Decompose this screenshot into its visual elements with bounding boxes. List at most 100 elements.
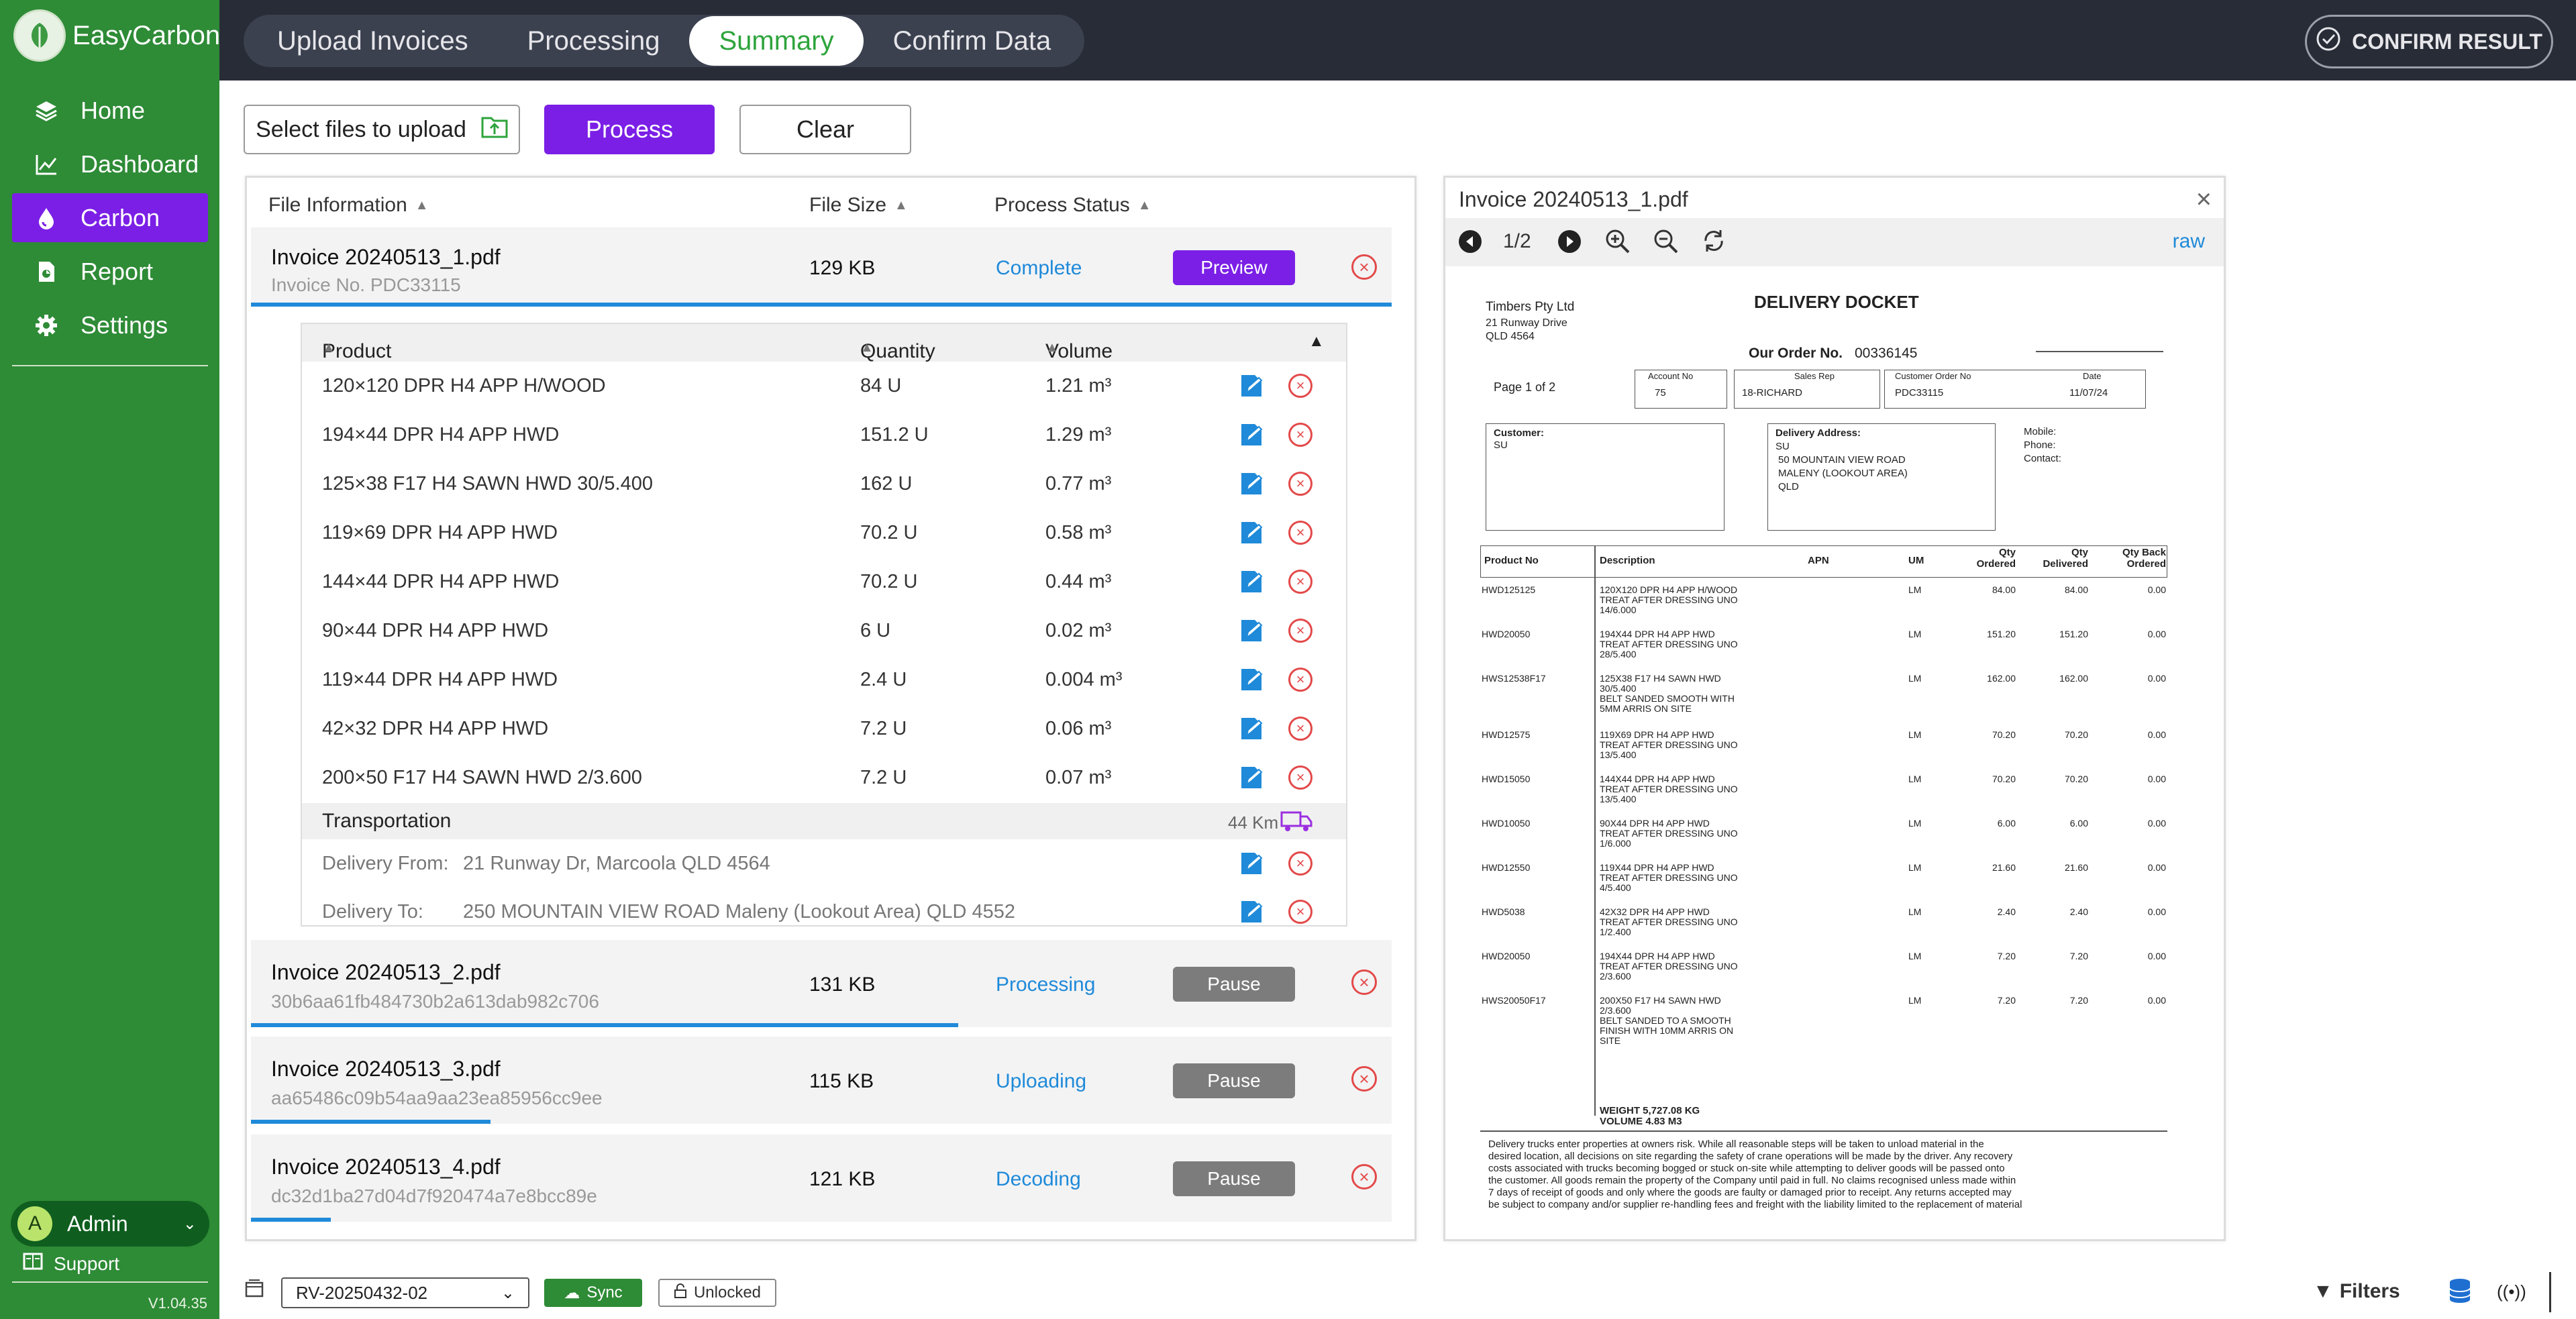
sidebar-item-dashboard[interactable]: Dashboard (12, 140, 208, 189)
sort-icon: ▲︎ (415, 197, 429, 213)
product-row[interactable]: 200×50 F17 H4 SAWN HWD 2/3.600 7.2 U 0.0… (302, 753, 1346, 802)
file-row[interactable]: Invoice 20240513_3.pdf aa65486c09b54aa9a… (251, 1037, 1392, 1124)
database-icon[interactable] (2449, 1277, 2471, 1304)
header-process-status[interactable]: Process Status ▲ (994, 194, 1151, 217)
doc-qty-back: 0.00 (2147, 995, 2166, 1006)
edit-icon[interactable] (1239, 715, 1266, 742)
collapse-icon[interactable]: ▲ (1308, 332, 1325, 351)
product-row[interactable]: 120×120 DPR H4 APP H/WOOD 84 U 1.21 m³ × (302, 362, 1346, 411)
sidebar-item-report[interactable]: Report (12, 247, 208, 296)
lock-toggle[interactable]: Unlocked (658, 1279, 776, 1307)
product-quantity: 7.2 U (860, 767, 907, 788)
remove-file-icon[interactable]: × (1351, 254, 1377, 280)
sidebar-item-home[interactable]: Home (12, 86, 208, 135)
doc-qty-ordered: 7.20 (1997, 951, 2016, 961)
header-file-size[interactable]: File Size ▲ (809, 194, 908, 217)
product-row[interactable]: 194×44 DPR H4 APP HWD 151.2 U 1.29 m³ × (302, 411, 1346, 460)
file-row[interactable]: Invoice 20240513_1.pdf Invoice No. PDC33… (251, 227, 1392, 307)
remove-icon[interactable]: × (1288, 570, 1312, 594)
record-select-value: RV-20250432-02 (296, 1282, 428, 1303)
sidebar-item-carbon[interactable]: Carbon (12, 193, 208, 242)
rotate-icon[interactable] (1700, 227, 1727, 260)
prev-page-icon[interactable] (1457, 229, 1483, 260)
doc-qty-delivered: 2.40 (2069, 906, 2088, 917)
record-icon (245, 1279, 264, 1298)
product-row[interactable]: 119×44 DPR H4 APP HWD 2.4 U 0.004 m³ × (302, 655, 1346, 704)
remove-file-icon[interactable]: × (1351, 1066, 1377, 1092)
tab-confirm-data[interactable]: Confirm Data (864, 16, 1081, 66)
edit-icon[interactable] (1239, 470, 1266, 497)
next-page-icon[interactable] (1557, 229, 1582, 260)
remove-icon[interactable]: × (1288, 423, 1312, 447)
remove-file-icon[interactable]: × (1351, 969, 1377, 995)
tab-upload-invoices[interactable]: Upload Invoices (248, 16, 498, 66)
edit-icon[interactable] (1239, 421, 1266, 448)
transportation-label: Transportation (322, 810, 452, 832)
edit-icon[interactable] (1239, 850, 1266, 877)
confirm-result-button[interactable]: CONFIRM RESULT (2305, 15, 2553, 68)
user-menu[interactable]: A Admin ⌄ (11, 1201, 209, 1247)
broadcast-icon[interactable]: ((•)) (2497, 1281, 2526, 1302)
edit-icon[interactable] (1239, 519, 1266, 546)
step-tabs: Upload Invoices Processing Summary Confi… (244, 15, 1085, 67)
sidebar-item-label: Home (81, 96, 146, 124)
pause-button[interactable]: Pause (1173, 1063, 1295, 1098)
record-select[interactable]: RV-20250432-02 ⌄ (281, 1277, 529, 1308)
product-row[interactable]: 119×69 DPR H4 APP HWD 70.2 U 0.58 m³ × (302, 509, 1346, 558)
product-quantity: 6 U (860, 620, 891, 641)
preview-button[interactable]: Preview (1173, 250, 1295, 285)
tab-summary[interactable]: Summary (689, 16, 864, 66)
pdf-preview-panel: Invoice 20240513_1.pdf × 1/2 raw Timbers… (1443, 176, 2226, 1241)
file-row[interactable]: Invoice 20240513_4.pdf dc32d1ba27d04d7f9… (251, 1135, 1392, 1222)
remove-icon[interactable]: × (1288, 521, 1312, 545)
remove-icon[interactable]: × (1288, 717, 1312, 741)
clear-button[interactable]: Clear (739, 105, 911, 154)
doc-um: LM (1908, 818, 1922, 829)
product-row[interactable]: 42×32 DPR H4 APP HWD 7.2 U 0.06 m³ × (302, 704, 1346, 753)
sidebar-item-label: Report (81, 257, 154, 285)
product-row[interactable]: 90×44 DPR H4 APP HWD 6 U 0.02 m³ × (302, 606, 1346, 655)
doc-product-code: HWD12575 (1482, 729, 1531, 740)
file-row[interactable]: Invoice 20240513_2.pdf 30b6aa61fb484730b… (251, 940, 1392, 1027)
zoom-in-icon[interactable] (1604, 227, 1631, 260)
pause-button[interactable]: Pause (1173, 1161, 1295, 1196)
support-link[interactable]: Support (23, 1252, 119, 1275)
doc-description-line: 120X120 DPR H4 APP H/WOOD (1600, 584, 1738, 595)
select-files-button[interactable]: Select files to upload (244, 105, 520, 154)
drop-icon (34, 205, 59, 231)
remove-icon[interactable]: × (1288, 668, 1312, 692)
remove-icon[interactable]: × (1288, 851, 1312, 876)
doc-footer-line: desired location, all decisions on site … (1488, 1151, 2013, 1162)
edit-icon[interactable] (1239, 764, 1266, 791)
product-row[interactable]: 125×38 F17 H4 SAWN HWD 30/5.400 162 U 0.… (302, 460, 1346, 509)
sidebar-item-settings[interactable]: Settings (12, 301, 208, 350)
zoom-out-icon[interactable] (1652, 227, 1679, 260)
product-row[interactable]: 144×44 DPR H4 APP HWD 70.2 U 0.44 m³ × (302, 558, 1346, 606)
remove-icon[interactable]: × (1288, 374, 1312, 398)
doc-description-line: TREAT AFTER DRESSING UNO (1600, 639, 1738, 649)
edit-icon[interactable] (1239, 372, 1266, 399)
header-file-information[interactable]: File Information ▲︎ (268, 194, 429, 217)
doc-description-line: 90X44 DPR H4 APP HWD (1600, 818, 1710, 829)
raw-link[interactable]: raw (2173, 230, 2205, 253)
unlock-icon (674, 1283, 687, 1303)
edit-icon[interactable] (1239, 617, 1266, 644)
edit-icon[interactable] (1239, 898, 1266, 925)
tab-processing[interactable]: Processing (498, 16, 690, 66)
sync-button[interactable]: ☁ Sync (544, 1279, 642, 1307)
remove-icon[interactable]: × (1288, 619, 1312, 643)
close-icon[interactable]: × (2196, 184, 2212, 215)
process-button[interactable]: Process (544, 105, 715, 154)
filters-button[interactable]: ▼ Filters (2313, 1280, 2400, 1303)
edit-icon[interactable] (1239, 568, 1266, 595)
remove-icon[interactable]: × (1288, 900, 1312, 924)
header-label: File Information (268, 194, 407, 216)
remove-icon[interactable]: × (1288, 766, 1312, 790)
edit-icon[interactable] (1239, 666, 1266, 693)
doc-customer-label: Customer: (1494, 427, 1545, 439)
remove-file-icon[interactable]: × (1351, 1164, 1377, 1190)
remove-icon[interactable]: × (1288, 472, 1312, 496)
pause-button[interactable]: Pause (1173, 967, 1295, 1002)
app-logo[interactable]: EasyCarbon (13, 9, 220, 62)
doc-um: LM (1908, 862, 1922, 873)
